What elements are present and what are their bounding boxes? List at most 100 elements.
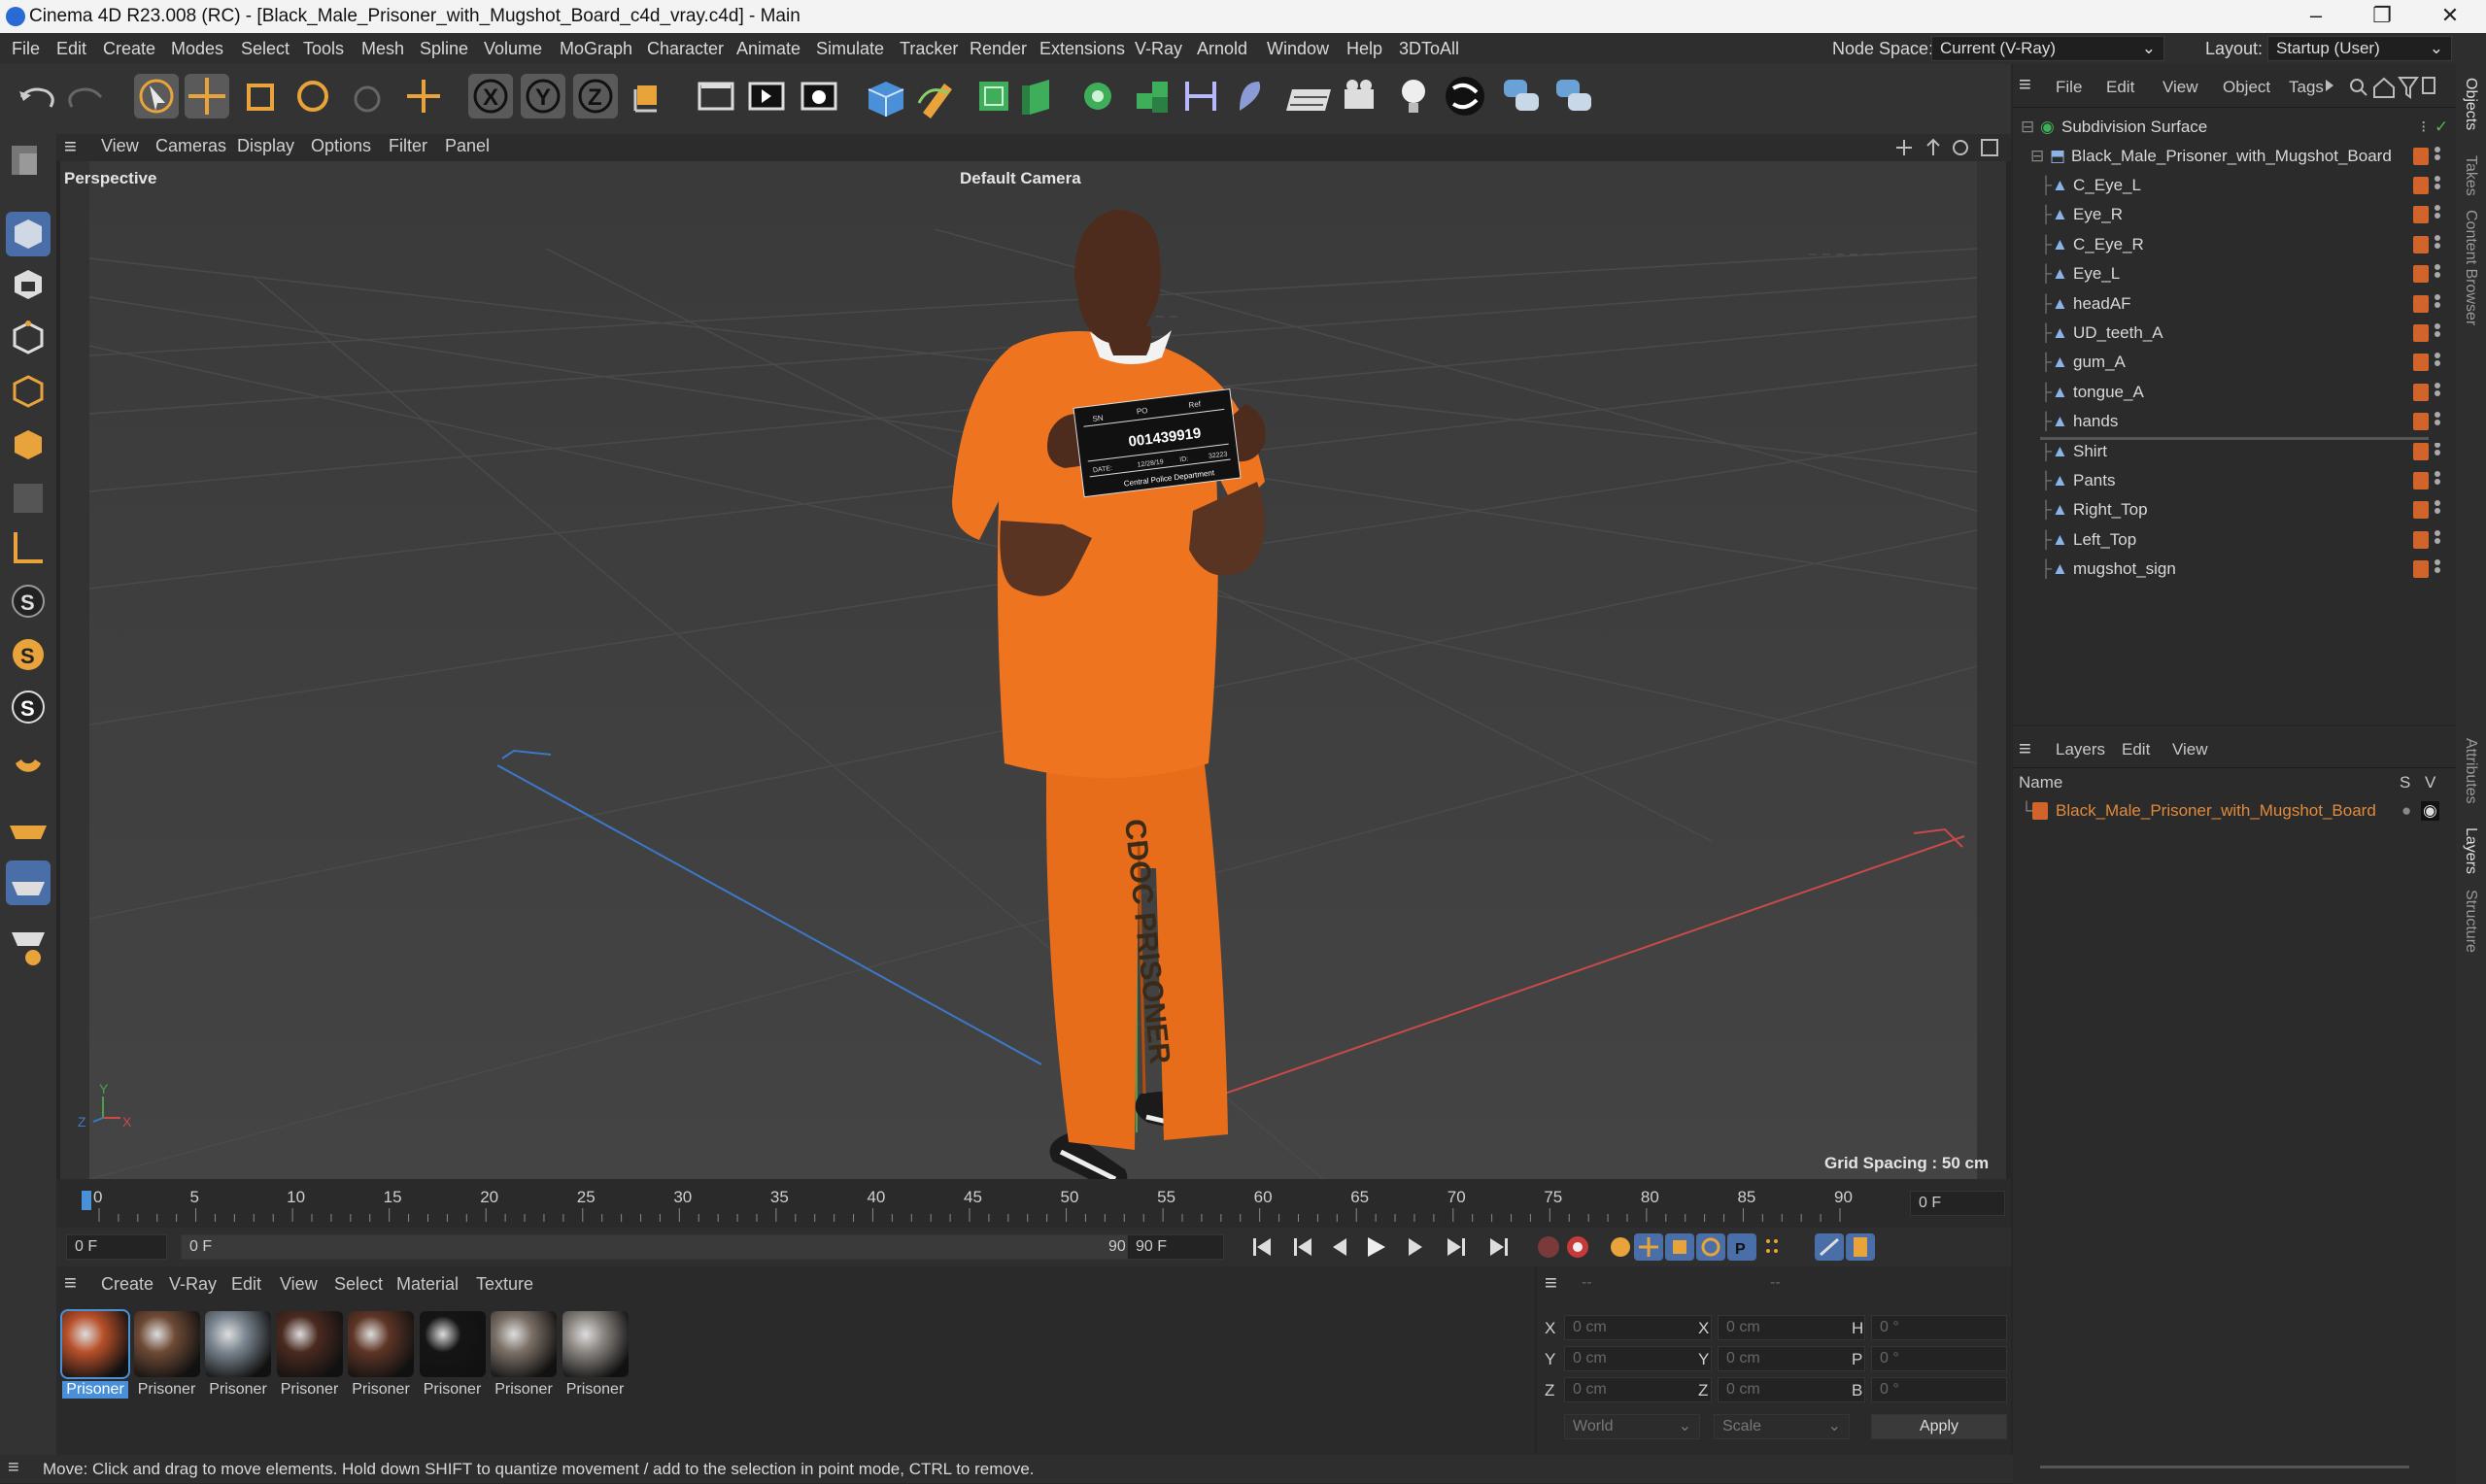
solo-dot-icon[interactable]: ● [2401,801,2411,821]
layout-dropdown[interactable]: Startup (User) ⌄ [2267,36,2452,61]
undo-icon[interactable] [19,87,54,108]
scheme-settings-icon[interactable] [1815,1233,1844,1261]
menu-animate[interactable]: Animate [736,39,800,59]
timeline-ruler[interactable]: 0 5 10 15 20 25 30 35 40 45 50 55 60 65 70 75 80 85 90 0 F [56,1179,2011,1228]
apply-button[interactable]: Apply [1871,1414,2007,1439]
vray-icon[interactable] [1446,77,1484,116]
grid-snap-icon[interactable] [12,932,45,965]
play-icon[interactable] [1368,1237,1385,1257]
new-window-icon[interactable] [2422,77,2435,94]
menu-vray[interactable]: V-Ray [1135,39,1182,59]
material-thumbnail[interactable] [205,1311,271,1377]
viewport-menu-view[interactable]: View [101,136,139,156]
coordinate-system-icon[interactable] [633,85,657,113]
object-row[interactable]: ├ ▲ gum_A [2013,348,2456,377]
object-row[interactable]: ├ ▲ tongue_A [2013,378,2456,407]
object-row[interactable]: ├ ▲ mugshot_sign [2013,555,2456,584]
layer-color-swatch[interactable] [2413,235,2429,253]
layer-color-swatch[interactable] [2413,294,2429,313]
material-label[interactable]: Prisoner [420,1381,486,1399]
material-thumbnail[interactable] [133,1311,200,1377]
snap-settings-icon[interactable]: S [13,639,44,670]
transform-tool-icon[interactable] [407,80,440,113]
visibility-dots-icon[interactable] [2435,176,2440,195]
material-thumbnail[interactable] [348,1311,414,1377]
visibility-dots-icon[interactable] [2435,412,2440,431]
menu-simulate[interactable]: Simulate [816,39,884,59]
layer-color-swatch[interactable] [2413,206,2429,224]
material-menu-edit[interactable]: Edit [231,1274,261,1295]
search-icon[interactable] [2350,79,2367,96]
snap-enable-icon[interactable]: S [12,691,45,724]
menu-window[interactable]: Window [1267,39,1329,59]
preview-range-slider[interactable]: 0 F 90 F [181,1234,1152,1260]
layer-color-swatch[interactable] [2413,442,2429,460]
coord-pos-z-field[interactable]: 0 cm [1564,1377,1712,1402]
field-icon[interactable] [1185,82,1216,111]
material-menu-create[interactable]: Create [101,1274,153,1295]
visibility-dots-icon[interactable] [2435,264,2440,284]
visibility-dots-icon[interactable] [2435,500,2440,520]
hamburger-icon[interactable]: ≡ [2019,736,2031,761]
visibility-dots-icon[interactable] [2435,353,2440,372]
home-icon[interactable] [2373,77,2395,98]
layer-row[interactable]: └ Black_Male_Prisoner_with_Mugshot_Board… [2013,796,2456,826]
object-row[interactable]: ├ ▲ Right_Top [2013,495,2456,524]
viewport-menu-cameras[interactable]: Cameras [155,136,226,156]
keyframe-selection-icon[interactable] [1611,1237,1630,1257]
material-label[interactable]: Prisoner [134,1381,200,1399]
menu-tools[interactable]: Tools [303,39,344,59]
timeline-window-icon[interactable] [1846,1233,1875,1261]
material-thumbnail[interactable] [562,1311,629,1377]
object-menu-view[interactable]: View [2162,78,2198,97]
material-thumbnail[interactable] [276,1311,343,1377]
active-camera-label[interactable]: Default Camera [960,169,1081,188]
object-menu-edit[interactable]: Edit [2106,78,2134,97]
point-level-animation-icon[interactable] [1766,1239,1778,1253]
tab-objects[interactable]: Objects [2462,78,2479,130]
visibility-dots-icon[interactable] [2435,441,2440,461]
layer-color-swatch[interactable] [2413,560,2429,579]
go-to-end-icon[interactable] [1490,1238,1508,1256]
python-icon[interactable] [1504,80,1539,111]
edge-mode-icon[interactable] [13,375,44,408]
material-label[interactable]: Prisoner [491,1381,557,1399]
subdivision-icon[interactable] [979,82,1008,111]
tab-content-browser[interactable]: Content Browser [2462,210,2479,325]
visibility-dots-icon[interactable] [2435,382,2440,402]
uv-mode-icon[interactable] [14,484,43,513]
maximize-view-icon[interactable] [1981,139,1998,156]
coord-rot-h-field[interactable]: 0 ° [1871,1315,2007,1340]
visibility-dots-icon[interactable] [2435,559,2440,579]
menu-arnold[interactable]: Arnold [1197,39,1247,59]
zoom-view-icon[interactable] [1926,138,1940,155]
recent-tool-icon[interactable] [354,85,381,113]
menu-create[interactable]: Create [103,39,155,59]
floor-icon[interactable] [1286,89,1331,111]
layer-color-swatch[interactable] [2413,148,2429,165]
object-menu-tags[interactable]: Tags [2289,78,2324,97]
expand-toggle-icon[interactable]: ⊟ [2030,147,2044,166]
make-editable-icon[interactable] [12,146,37,175]
menu-volume[interactable]: Volume [484,39,542,59]
light-icon[interactable] [1402,80,1425,113]
current-frame-field[interactable]: 0 F [1910,1191,2005,1216]
y-axis-lock-icon[interactable]: Y [521,74,565,118]
object-row-subdivision-surface[interactable]: ⊟ ◉ Subdivision Surface ⁝ ✓ [2013,113,2456,142]
visibility-dots-icon[interactable] [2435,471,2440,490]
material-label[interactable]: Prisoner [562,1381,629,1399]
node-space-dropdown[interactable]: Current (V-Ray) ⌄ [1931,36,2164,61]
hamburger-icon[interactable]: ≡ [64,134,77,159]
layer-menu-view[interactable]: View [2172,740,2208,759]
previous-key-icon[interactable] [1294,1238,1311,1256]
menu-3dtoall[interactable]: 3DToAll [1399,39,1459,59]
material-menu-texture[interactable]: Texture [476,1274,533,1295]
previous-frame-icon[interactable] [1333,1238,1346,1256]
coord-rot-b-field[interactable]: 0 ° [1871,1377,2007,1402]
object-row[interactable]: ├ ▲ Eye_R [2013,200,2456,229]
layer-color-swatch[interactable] [2413,501,2429,520]
expand-toggle-icon[interactable]: ⊟ [2021,118,2034,137]
model-mode-icon[interactable] [6,212,51,256]
object-row[interactable]: ├ ▲ C_Eye_R [2013,230,2456,259]
menu-edit[interactable]: Edit [56,39,86,59]
